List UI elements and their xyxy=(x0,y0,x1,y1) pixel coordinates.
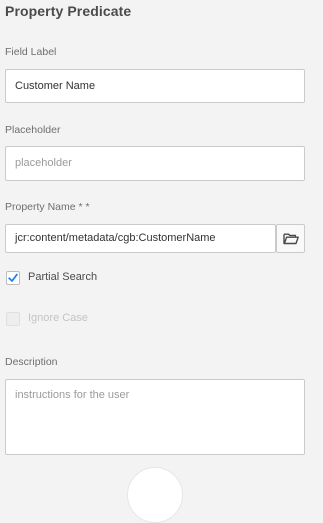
property-name-label: Property Name * * xyxy=(5,201,90,213)
ignore-case-label: Ignore Case xyxy=(28,312,88,324)
property-name-input[interactable]: jcr:content/metadata/cgb:CustomerName xyxy=(5,224,276,253)
property-predicate-panel: Property Predicate Field Label Customer … xyxy=(0,0,323,523)
panel-title: Property Predicate xyxy=(5,3,132,19)
folder-open-icon xyxy=(283,233,299,245)
field-label-label: Field Label xyxy=(5,46,57,58)
field-label-input[interactable]: Customer Name xyxy=(5,69,305,103)
floating-action-button[interactable] xyxy=(127,467,183,523)
checkmark-icon xyxy=(8,273,18,282)
partial-search-label[interactable]: Partial Search xyxy=(28,271,97,283)
description-label: Description xyxy=(5,356,58,368)
placeholder-input[interactable]: placeholder xyxy=(5,146,305,181)
partial-search-checkbox[interactable] xyxy=(6,271,20,285)
browse-path-button[interactable] xyxy=(276,224,305,253)
ignore-case-checkbox xyxy=(6,312,20,326)
description-textarea[interactable]: instructions for the user xyxy=(5,379,305,455)
placeholder-label: Placeholder xyxy=(5,124,61,136)
